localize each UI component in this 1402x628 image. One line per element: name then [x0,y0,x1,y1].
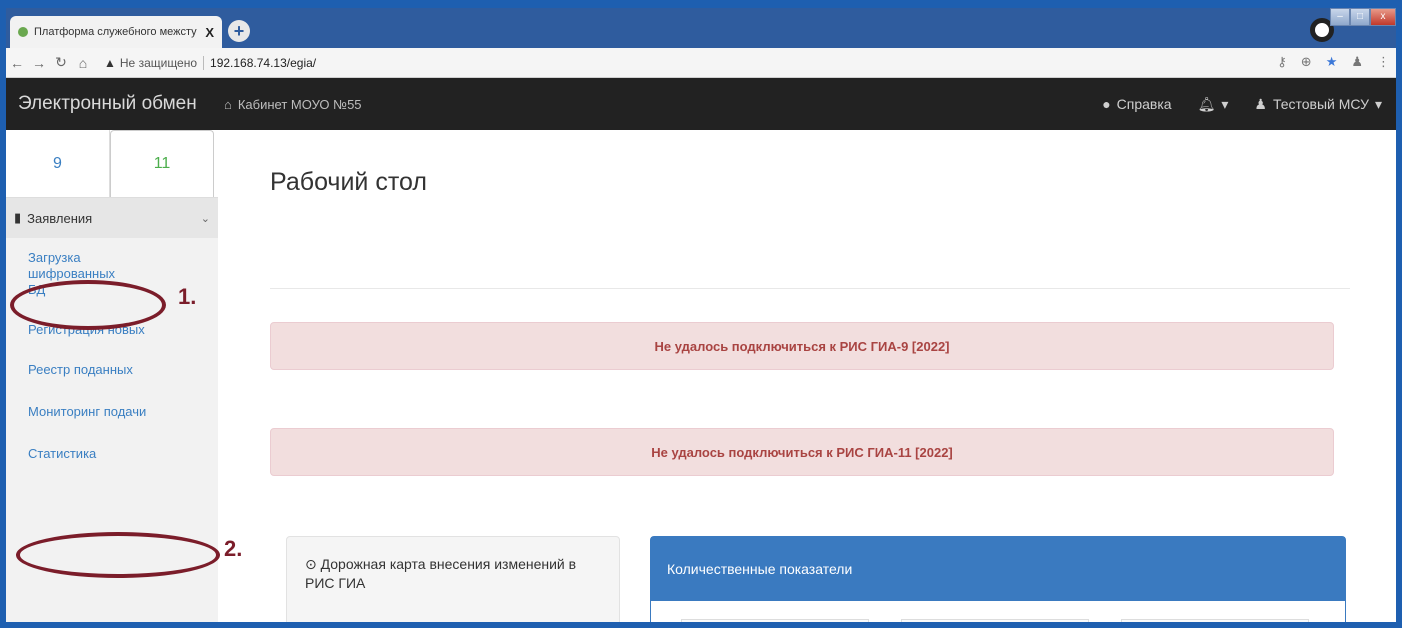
browser-tab[interactable]: Платформа служебного межсту X [10,16,222,48]
tab-grade-11[interactable]: 11 [110,130,214,197]
tab-grade-9[interactable]: 9 [6,130,110,197]
user-dropdown[interactable]: ♟ Тестовый МСУ ▾ [1254,96,1382,113]
sidebar-item-statistics[interactable]: Статистика [6,432,218,474]
user-label: Тестовый МСУ [1272,96,1369,112]
address-bar: ← → ↻ ⌂ ▲ Не защищено 192.168.74.13/egia… [6,48,1396,78]
cabinet-label: Кабинет МОУО №55 [237,96,362,112]
key-icon[interactable]: ⚷ [1277,54,1287,70]
grade-tabs: 9 11 [6,130,218,198]
maximize-icon[interactable]: □ [1350,8,1370,26]
user-icon: ♟ [1254,95,1267,112]
annotation-oval-1 [10,280,166,330]
stat-box[interactable] [1121,619,1309,622]
info-icon: ● [1102,96,1111,112]
clock-icon: ⊙ [305,556,317,572]
minimize-icon[interactable]: – [1330,8,1350,26]
annotation-oval-2 [16,532,220,578]
close-tab-icon[interactable]: X [205,25,214,40]
sidebar-item-registry[interactable]: Реестр поданных [6,350,218,390]
roadmap-title: Дорожная карта внесения изменений в РИС … [305,556,577,591]
security-label[interactable]: Не защищено [120,56,197,70]
page-title: Рабочий стол [270,168,427,196]
url-field[interactable]: 192.168.74.13/egia/ [203,55,316,70]
chevron-down-icon: ⌄ [200,212,210,225]
browser-tab-title: Платформа служебного межсту [34,26,197,38]
stats-panel-title: Количественные показатели [651,537,1345,601]
app-navbar: Электронный обмен ⌂ Кабинет МОУО №55 ● С… [6,78,1396,130]
window-controls: – □ x [1330,8,1396,26]
notifications-dropdown[interactable]: 🔔︎ ▾ [1198,96,1229,113]
forward-icon[interactable]: → [28,55,50,71]
screenshot-frame: Платформа служебного межсту X + – □ x ← … [0,0,1402,628]
warning-icon[interactable]: ▲ [104,56,116,70]
help-link[interactable]: ● Справка [1102,96,1171,112]
new-tab-button[interactable]: + [228,20,250,42]
brand-title[interactable]: Электронный обмен [6,93,224,115]
annotation-number-2: 2. [224,536,243,561]
caret-down-icon: ▾ [1374,95,1382,112]
reload-icon[interactable]: ↻ [50,54,72,71]
account-icon[interactable]: ♟ [1351,54,1363,70]
menu-dots-icon[interactable]: ⋮ [1377,54,1390,70]
stats-panel: Количественные показатели [650,536,1346,622]
zoom-icon[interactable]: ⊕ [1301,54,1312,70]
title-divider [270,288,1350,289]
sidebar-section-applications[interactable]: ▮ Заявления ⌄ [6,198,218,238]
roadmap-panel[interactable]: ⊙ Дорожная карта внесения изменений в РИ… [286,536,620,622]
bell-icon: 🔔︎ [1197,95,1216,112]
address-bar-actions: ⚷ ⊕ ★ ♟ ⋮ [1277,54,1390,70]
back-icon[interactable]: ← [6,55,28,71]
navbar-right: ● Справка 🔔︎ ▾ ♟ Тестовый МСУ ▾ [1102,78,1382,130]
home-icon[interactable]: ⌂ [72,55,94,71]
alert-gia11: Не удалось подключиться к РИС ГИА-11 [20… [270,428,1334,476]
annotation-number-1: 1. [178,284,197,309]
bookmark-star-icon[interactable]: ★ [1326,54,1338,70]
help-label: Справка [1116,96,1172,112]
cabinet-link[interactable]: ⌂ Кабинет МОУО №55 [224,97,362,112]
home-icon: ⌂ [224,96,232,112]
favicon-icon [18,27,28,37]
sidebar-section-label: Заявления [27,210,93,226]
stat-box[interactable] [681,619,869,622]
caret-down-icon: ▾ [1221,95,1229,112]
window-close-icon[interactable]: x [1370,8,1396,26]
browser-tab-strip: Платформа служебного межсту X + – □ x [6,8,1396,48]
sidebar-item-monitoring[interactable]: Мониторинг подачи [6,390,218,432]
alert-gia9: Не удалось подключиться к РИС ГИА-9 [202… [270,322,1334,370]
document-icon: ▮ [14,210,22,225]
stat-box[interactable] [901,619,1089,622]
